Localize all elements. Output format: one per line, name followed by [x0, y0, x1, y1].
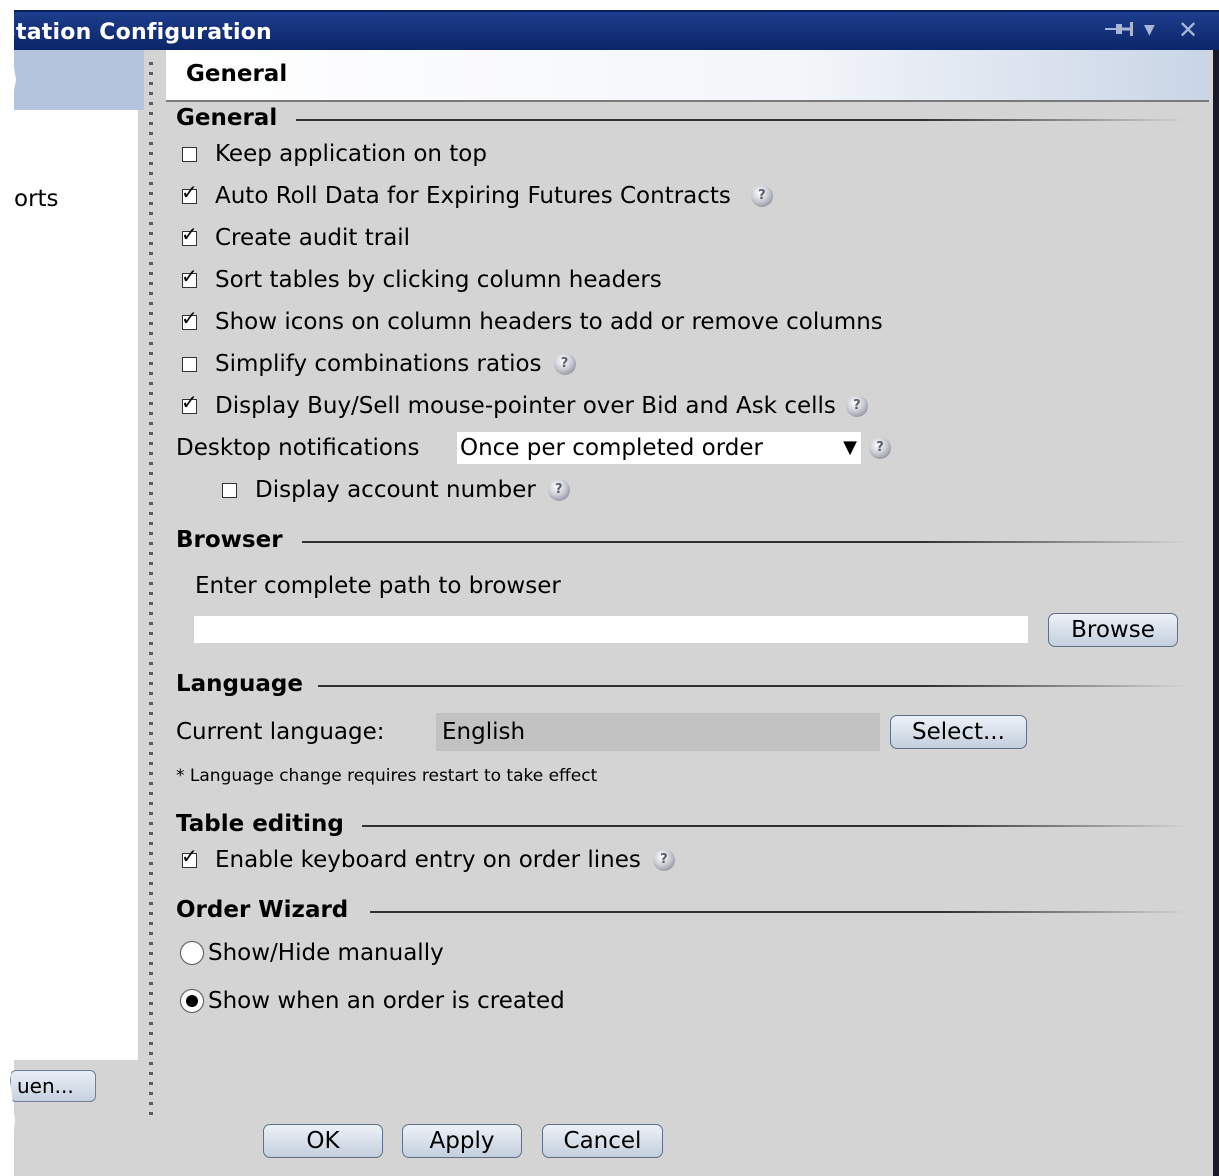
option-simplify-ratios[interactable]: Simplify combinations ratios ? [180, 351, 576, 377]
close-icon[interactable]: ✕ [1178, 16, 1198, 44]
help-icon[interactable]: ? [547, 479, 570, 501]
current-language-label: Current language: [176, 719, 385, 745]
option-audit-trail[interactable]: ✓ Create audit trail [180, 224, 411, 252]
help-icon[interactable]: ? [750, 185, 773, 207]
torn-edge [0, 0, 18, 1176]
radio-show-when-created[interactable] [180, 989, 204, 1013]
option-label: Show when an order is created [208, 988, 565, 1014]
section-title-order-wizard: Order Wizard [176, 897, 349, 923]
checkbox-simplify-ratios[interactable] [180, 355, 199, 374]
current-language-value: English [436, 713, 880, 751]
option-show-when-created[interactable]: Show when an order is created [180, 988, 565, 1014]
checkbox-audit-trail[interactable]: ✓ [180, 224, 199, 248]
select-language-button[interactable]: Select... [890, 715, 1027, 749]
panel-header [166, 50, 1209, 102]
option-show-column-icons[interactable]: ✓ Show icons on column headers to add or… [180, 308, 883, 336]
help-icon[interactable]: ? [869, 437, 891, 459]
option-keyboard-entry[interactable]: ✓ Enable keyboard entry on order lines ? [180, 846, 675, 873]
help-icon[interactable]: ? [845, 395, 868, 417]
help-icon[interactable]: ? [553, 353, 576, 375]
option-label: Show icons on column headers to add or r… [215, 309, 883, 335]
browser-path-input[interactable] [194, 616, 1028, 643]
browser-path-prompt: Enter complete path to browser [195, 573, 561, 599]
option-show-hide-manually[interactable]: Show/Hide manually [180, 940, 444, 966]
option-label: Display Buy/Sell mouse-pointer over Bid … [215, 393, 836, 419]
option-label: Simplify combinations ratios [215, 351, 542, 377]
section-title-general: General [176, 105, 278, 131]
section-divider [362, 825, 1186, 827]
ok-button[interactable]: OK [263, 1124, 383, 1158]
checkbox-keyboard-entry[interactable]: ✓ [180, 846, 199, 870]
window-title: Station Configuration [0, 20, 272, 45]
option-label: Keep application on top [215, 141, 487, 167]
desktop-notifications-label: Desktop notifications [176, 435, 420, 461]
pin-icon[interactable] [1104, 20, 1138, 43]
dropdown-icon[interactable]: ▼ [1144, 22, 1155, 38]
checkbox-display-account[interactable] [220, 481, 239, 500]
splitter-handle[interactable] [149, 62, 153, 1117]
section-divider [370, 911, 1186, 913]
radio-show-hide-manually[interactable] [180, 941, 204, 965]
select-value: Once per completed order [460, 435, 763, 461]
section-title-language: Language [176, 671, 303, 697]
option-sort-tables[interactable]: ✓ Sort tables by clicking column headers [180, 266, 662, 294]
checkbox-sort-tables[interactable]: ✓ [180, 266, 199, 290]
section-title-table-editing: Table editing [176, 811, 344, 837]
checkbox-show-column-icons[interactable]: ✓ [180, 308, 199, 332]
section-divider [302, 541, 1186, 543]
help-icon[interactable]: ? [652, 849, 675, 871]
checkbox-buy-sell-pointer[interactable]: ✓ [180, 392, 199, 416]
option-auto-roll[interactable]: ✓ Auto Roll Data for Expiring Futures Co… [180, 182, 773, 209]
desktop-notifications-select[interactable]: Once per completed order ▼ [457, 432, 861, 464]
language-note: * Language change requires restart to ta… [176, 766, 598, 786]
option-label: Sort tables by clicking column headers [215, 267, 662, 293]
option-buy-sell-pointer[interactable]: ✓ Display Buy/Sell mouse-pointer over Bi… [180, 392, 868, 419]
option-label: Show/Hide manually [208, 940, 444, 966]
checkbox-keep-on-top[interactable] [180, 145, 199, 164]
panel-title: General [186, 61, 288, 87]
section-title-browser: Browser [176, 527, 283, 553]
window-edge [1213, 50, 1219, 1176]
browse-button[interactable]: Browse [1048, 613, 1178, 647]
option-label: Create audit trail [215, 225, 411, 251]
option-display-account[interactable]: Display account number ? [220, 477, 570, 503]
option-label: Enable keyboard entry on order lines [215, 847, 641, 873]
cancel-button[interactable]: Cancel [542, 1124, 663, 1158]
apply-button[interactable]: Apply [402, 1124, 522, 1158]
checkbox-auto-roll[interactable]: ✓ [180, 182, 199, 206]
chevron-down-icon[interactable]: ▼ [843, 432, 857, 464]
option-keep-on-top[interactable]: Keep application on top [180, 141, 487, 167]
section-divider [296, 119, 1186, 121]
section-divider [318, 685, 1186, 687]
option-label: Auto Roll Data for Expiring Futures Cont… [215, 183, 731, 209]
option-label: Display account number [255, 477, 536, 503]
